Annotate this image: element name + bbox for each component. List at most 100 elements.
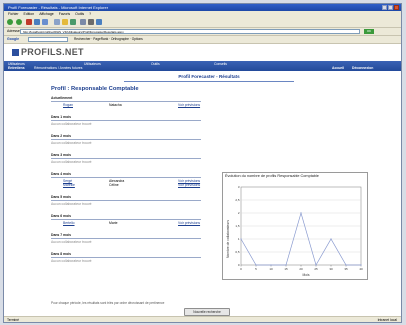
empty-message: Aucun collaborateur trouvé (51, 141, 92, 145)
employee-firstname: Céline (109, 183, 119, 187)
page-content: PROFILS.NET Utilisateurs Utilisateurs Ou… (4, 44, 401, 316)
empty-message: Aucun collaborateur trouvé (51, 202, 92, 206)
x-tick-label: 15 (284, 267, 288, 271)
forward-icon[interactable] (16, 19, 22, 25)
menu-edit[interactable]: Edition (24, 12, 35, 16)
period-header: Dans 4 mois (51, 172, 71, 176)
data-point (240, 238, 242, 240)
view-forecast-link[interactable]: Voir prévisions (178, 221, 200, 225)
period-header: Dans 8 mois (51, 252, 71, 256)
divider (51, 238, 201, 239)
x-tick-label: 40 (359, 267, 363, 271)
menu-favorites[interactable]: Favoris (59, 12, 70, 16)
employee-firstname: Natacha (109, 103, 122, 107)
go-button[interactable]: OK (364, 29, 374, 34)
period-section: Actuellement Rogan Natacha Voir prévisio… (51, 96, 201, 107)
period-header: Dans 1 mois (51, 115, 71, 119)
employee-name-link[interactable]: Bertello (63, 221, 75, 225)
list-item: Rogan Natacha Voir prévisions (51, 103, 201, 107)
x-tick-label: 30 (329, 267, 333, 271)
window-controls (382, 5, 399, 10)
period-section: Dans 8 mois Aucun collaborateur trouvé (51, 252, 201, 263)
search-icon[interactable] (54, 19, 60, 25)
title-bar: Profil Forecaster - Résultats - Microsof… (4, 4, 401, 11)
google-logo: Google (7, 37, 20, 41)
mail-icon[interactable] (80, 19, 86, 25)
zone-text: Intranet local (377, 318, 397, 322)
empty-message: Aucun collaborateur trouvé (51, 240, 92, 244)
logo-square-icon (12, 49, 19, 56)
data-point (330, 238, 332, 240)
nav-item[interactable]: Déconnexion (352, 66, 373, 70)
home-icon[interactable] (42, 19, 48, 25)
period-section: Dans 3 mois Aucun collaborateur trouvé (51, 153, 201, 164)
window-title: Profil Forecaster - Résultats - Microsof… (8, 5, 109, 10)
period-header: Dans 3 mois (51, 153, 71, 157)
back-icon[interactable] (7, 19, 13, 25)
y-tick-label: 3 (238, 185, 240, 189)
nav-item[interactable]: Utilisateurs (84, 62, 101, 66)
menu-view[interactable]: Affichage (39, 12, 54, 16)
nav-item[interactable]: Entretiens (8, 66, 25, 70)
new-search-button[interactable]: Nouvelle recherche (184, 308, 230, 316)
period-header: Dans 5 mois (51, 195, 71, 199)
minimize-button[interactable] (382, 5, 387, 10)
view-forecast-link[interactable]: Voir prévisions (178, 183, 200, 187)
x-tick-label: 25 (314, 267, 318, 271)
profile-heading: Profil : Responsable Comptable (51, 86, 139, 92)
data-point (285, 264, 287, 266)
address-bar: Adresse http://localhost/profilnet/RHS_V… (4, 28, 401, 36)
x-tick-label: 0 (240, 267, 242, 271)
chart-ylabel: Nombre de collaborateurs (226, 220, 230, 258)
google-toolbar-links[interactable]: Rechercher · PageRank · Orthographe · Op… (74, 36, 143, 43)
empty-message: Aucun collaborateur trouvé (51, 160, 92, 164)
period-section: Dans 4 mois Sergé Alexandra Voir prévisi… (51, 172, 201, 187)
media-icon[interactable] (70, 19, 76, 25)
page-title: Profil Forecaster - Résultats (124, 74, 294, 82)
divider (51, 219, 201, 220)
divider (51, 158, 201, 159)
data-point (255, 264, 257, 266)
nav-item[interactable]: Accueil (332, 66, 344, 70)
y-tick-label: 1 (238, 237, 240, 241)
close-button[interactable] (394, 5, 399, 10)
period-section: Dans 6 mois Bertello Marie Voir prévisio… (51, 214, 201, 225)
logo-text: PROFILS.NET (21, 47, 84, 57)
google-toolbar: Google Rechercher · PageRank · Orthograp… (4, 36, 401, 44)
edit-icon[interactable] (96, 19, 102, 25)
x-tick-label: 5 (255, 267, 257, 271)
site-logo[interactable]: PROFILS.NET (12, 47, 84, 58)
data-point (300, 212, 302, 214)
y-tick-label: 0,5 (235, 250, 240, 254)
sort-note: Pour chaque période, les résultats sont … (51, 301, 165, 305)
employee-name-link[interactable]: Rogan (63, 103, 73, 107)
employee-firstname: Marie (109, 221, 118, 225)
period-section: Dans 1 mois Aucun collaborateur trouvé (51, 115, 201, 126)
menu-help[interactable]: ? (89, 12, 91, 16)
print-icon[interactable] (88, 19, 94, 25)
google-search-input[interactable] (28, 37, 68, 42)
maximize-button[interactable] (388, 5, 393, 10)
browser-toolbar (4, 17, 401, 28)
y-tick-label: 1,5 (235, 224, 240, 228)
status-bar: Terminé Intranet local (4, 316, 401, 322)
divider (51, 120, 201, 121)
address-input[interactable]: http://localhost/profilnet/RHS_V4/Utilis… (20, 29, 360, 34)
divider (51, 101, 201, 102)
nav-item[interactable]: Conseils (214, 62, 227, 66)
favorites-icon[interactable] (62, 19, 68, 25)
period-section: Dans 7 mois Aucun collaborateur trouvé (51, 233, 201, 244)
period-section: Dans 2 mois Aucun collaborateur trouvé (51, 134, 201, 145)
menu-file[interactable]: Fichier (8, 12, 19, 16)
employee-name-link[interactable]: Mareille (63, 183, 75, 187)
menu-tools[interactable]: Outils (75, 12, 84, 16)
chart-xlabel: Mois (303, 273, 310, 277)
stop-icon[interactable] (26, 19, 32, 25)
site-navbar: Utilisateurs Utilisateurs Outils Conseil… (4, 61, 401, 71)
refresh-icon[interactable] (34, 19, 40, 25)
y-tick-label: 2 (238, 211, 240, 215)
view-forecast-link[interactable]: Voir prévisions (178, 103, 200, 107)
nav-item[interactable]: Rémunérations / Années futures (34, 66, 82, 70)
divider (51, 177, 201, 178)
nav-item[interactable]: Outils (151, 62, 160, 66)
